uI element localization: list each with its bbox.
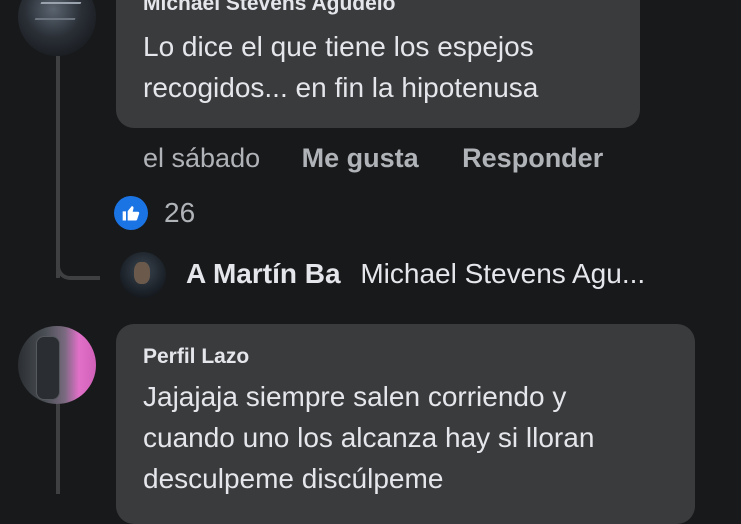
reply-avatar[interactable] [120,252,166,298]
thumbs-up-icon [122,206,140,221]
avatar-logo-graphic [34,2,82,20]
comment-author[interactable]: Perfil Lazo [143,345,249,369]
thread-line-top [56,56,60,278]
comment-timestamp[interactable]: el sábado [143,143,260,174]
reaction-count: 26 [164,197,196,228]
reply-connector [56,246,100,280]
reply-author[interactable]: A Martín Ba [186,258,341,289]
comment-text-line: recogidos... en fin la hipotenusa [143,72,539,103]
reply-button[interactable]: Responder [462,143,603,174]
like-button[interactable]: Me gusta [302,143,419,174]
comment-text: Lo dice el que tiene los espejos recogid… [143,26,623,108]
comment-text-line: Jajajaja siempre salen corriendo y [143,381,567,412]
avatar-face-graphic [134,262,150,284]
reply-snippet: Michael Stevens Agu... [360,258,646,289]
comment-avatar[interactable] [18,0,96,56]
comment-text-line: cuando uno los alcanza hay si lloran [143,422,595,453]
like-icon [114,196,148,230]
avatar-figure-graphic [36,336,60,400]
thread-line-bottom [56,404,60,494]
comment-author[interactable]: Michael Stevens Agudelo [143,0,395,16]
comment-text-line: desculpeme discúlpeme [143,463,444,494]
comment-text-line: Lo dice el que tiene los espejos [143,31,534,62]
comment-actions: el sábado Me gusta Responder [143,143,603,174]
reply-preview[interactable]: A Martín Ba Michael Stevens Agu... [186,258,645,290]
reaction-summary[interactable]: 26 [114,195,195,231]
comment-text: Jajajaja siempre salen corriendo y cuand… [143,376,688,499]
comment-avatar[interactable] [18,326,96,404]
